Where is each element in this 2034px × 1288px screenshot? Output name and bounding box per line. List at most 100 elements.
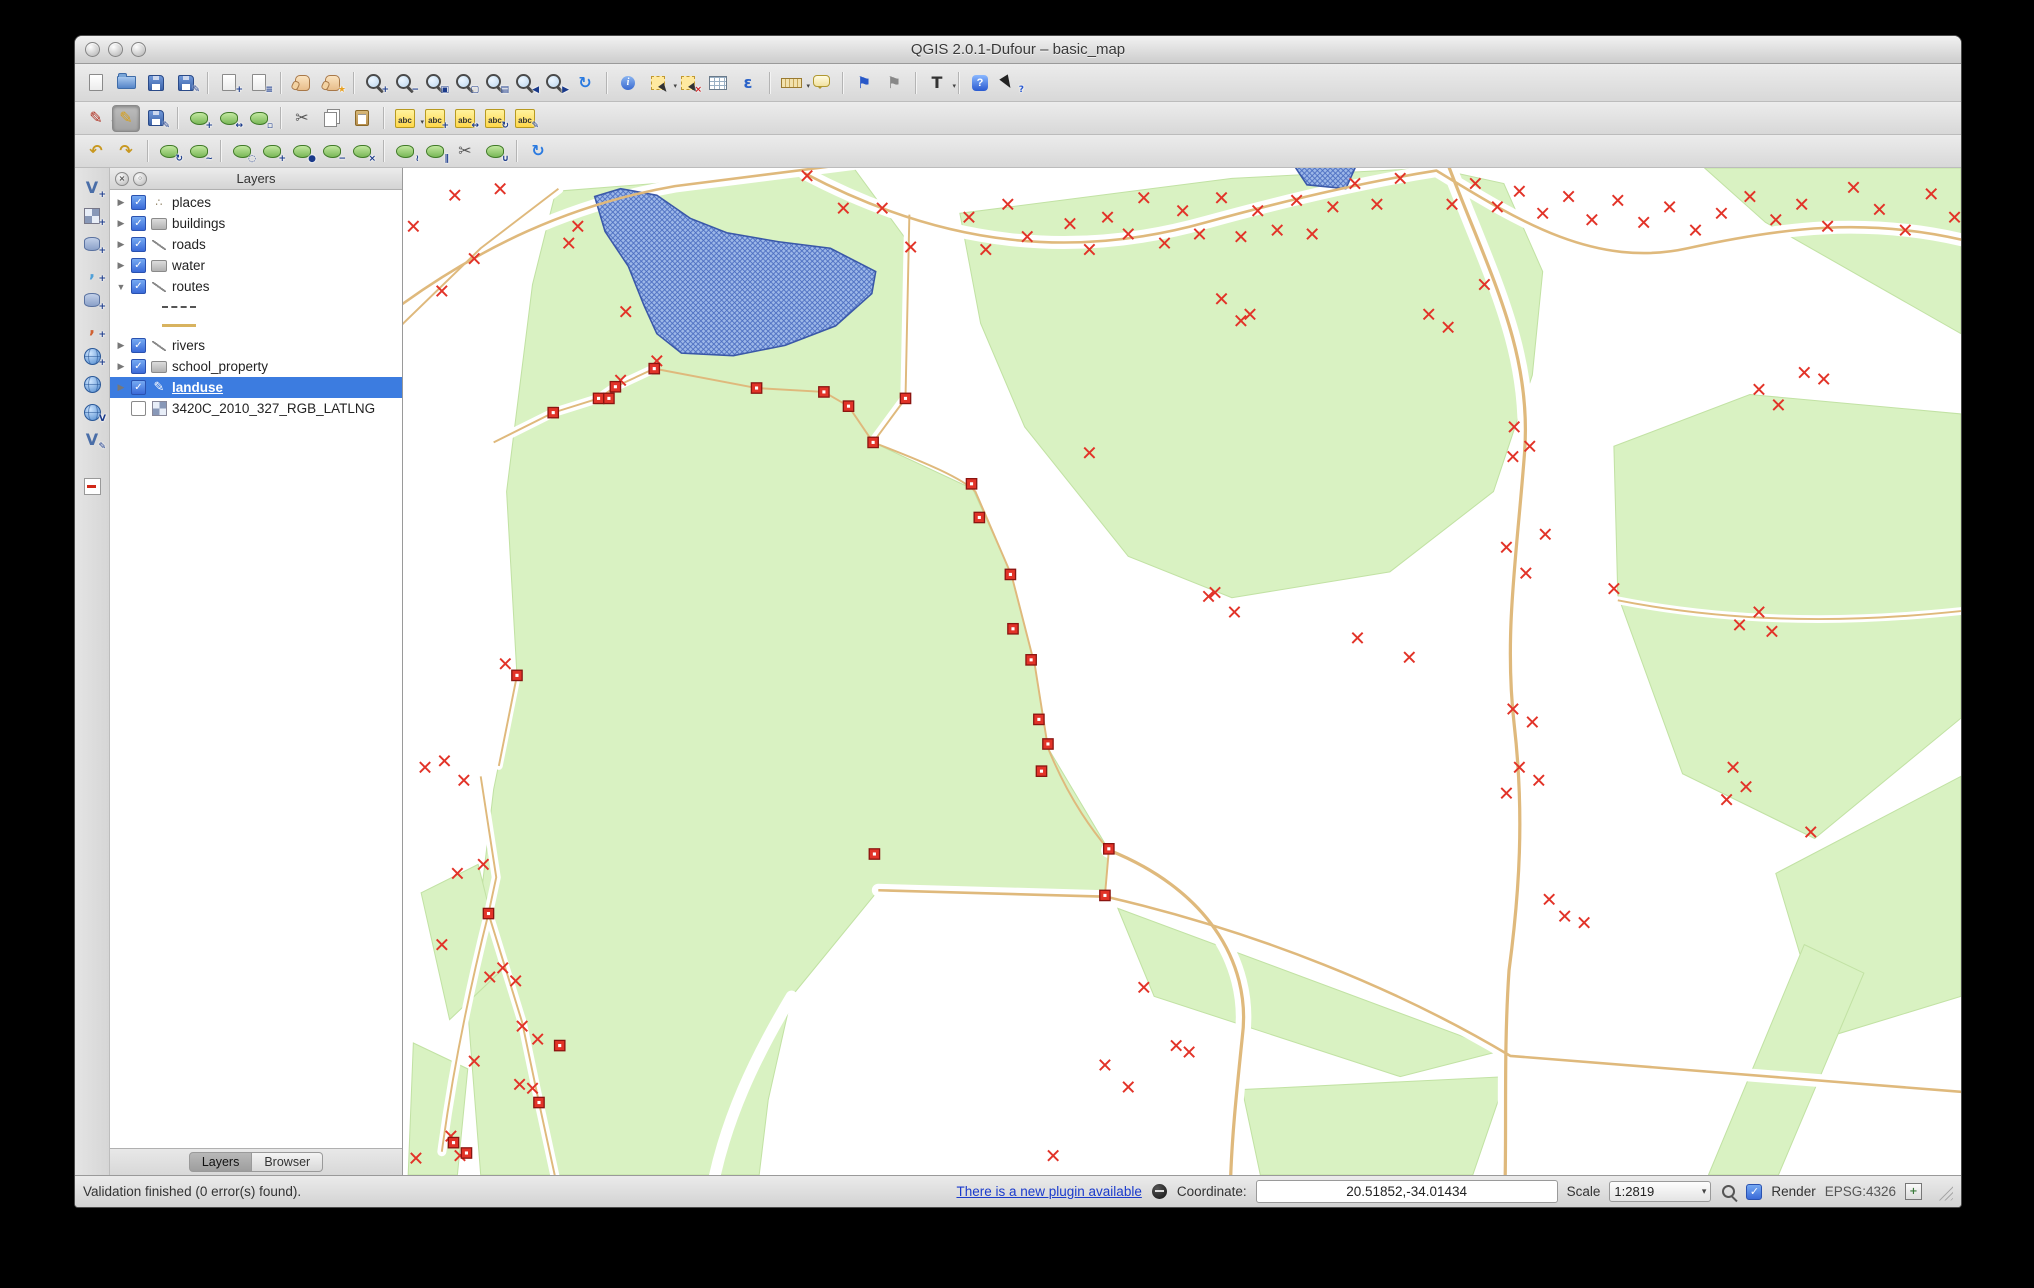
- add-postgis-layer-icon[interactable]: +: [78, 231, 106, 257]
- layer-item-roads[interactable]: ▶ ✓ roads: [110, 234, 402, 255]
- copy-features-icon[interactable]: [318, 105, 346, 132]
- node-tool-icon[interactable]: ▫: [245, 105, 273, 132]
- paste-features-icon[interactable]: [348, 105, 376, 132]
- merge-features-icon[interactable]: ∪: [481, 138, 509, 165]
- save-project-icon[interactable]: [142, 69, 170, 96]
- expand-arrow-icon[interactable]: ▶: [116, 382, 126, 393]
- zoom-last-icon[interactable]: ◀: [511, 69, 539, 96]
- zoom-full-icon[interactable]: ▣: [421, 69, 449, 96]
- layer-checkbox[interactable]: ✓: [131, 279, 146, 294]
- measure-icon[interactable]: ▾: [777, 69, 810, 96]
- current-edits-icon[interactable]: ✎ ▾: [82, 105, 115, 132]
- plugin-link[interactable]: There is a new plugin available: [956, 1184, 1141, 1199]
- composer-manager-icon[interactable]: ≡: [245, 69, 273, 96]
- simplify-feature-icon[interactable]: ~: [185, 138, 213, 165]
- remove-layer-icon[interactable]: [78, 473, 106, 499]
- title-bar[interactable]: QGIS 2.0.1-Dufour – basic_map: [75, 36, 1961, 64]
- layer-checkbox[interactable]: ✓: [131, 216, 146, 231]
- zoom-button[interactable]: [131, 42, 146, 57]
- field-calculator-icon[interactable]: ε: [734, 69, 762, 96]
- identify-features-icon[interactable]: [614, 69, 642, 96]
- layer-item-water[interactable]: ▶ ✓ water: [110, 255, 402, 276]
- expand-arrow-icon[interactable]: ▶: [116, 361, 126, 372]
- collapse-arrow-icon[interactable]: ▼: [116, 282, 126, 292]
- offset-curve-icon[interactable]: ∥: [421, 138, 449, 165]
- rotate-label-icon[interactable]: ↻: [481, 105, 509, 132]
- pan-map-to-selection-icon[interactable]: ★: [318, 69, 346, 96]
- map-canvas[interactable]: [403, 168, 1961, 1175]
- move-feature-icon[interactable]: ↔: [215, 105, 243, 132]
- expand-arrow-icon[interactable]: ▶: [116, 197, 126, 208]
- add-ring-icon[interactable]: ◌: [228, 138, 256, 165]
- layer-item-buildings[interactable]: ▶ ✓ buildings: [110, 213, 402, 234]
- redo-icon[interactable]: ↷: [112, 138, 140, 165]
- open-project-icon[interactable]: [112, 69, 140, 96]
- add-feature-icon[interactable]: +: [185, 105, 213, 132]
- add-oracle-layer-icon[interactable]: , +: [78, 315, 106, 341]
- refresh-map-icon[interactable]: ↻: [571, 69, 599, 96]
- expand-arrow-icon[interactable]: ▶: [116, 260, 126, 271]
- add-wms-layer-icon[interactable]: +: [78, 343, 106, 369]
- rotate-point-symbols-icon[interactable]: ↻: [524, 138, 552, 165]
- label-icon[interactable]: +: [421, 105, 449, 132]
- deselect-features-icon[interactable]: ×: [674, 69, 702, 96]
- zoom-out-icon[interactable]: −: [391, 69, 419, 96]
- coordinate-input[interactable]: [1255, 1180, 1558, 1203]
- add-wcs-layer-icon[interactable]: [78, 371, 106, 397]
- crs-status-icon[interactable]: +: [1905, 1183, 1922, 1200]
- text-annotation-icon[interactable]: T ▾: [923, 69, 956, 96]
- zoom-in-icon[interactable]: +: [361, 69, 389, 96]
- rotate-feature-icon[interactable]: ↻: [155, 138, 183, 165]
- show-bookmarks-icon[interactable]: ⚑: [880, 69, 908, 96]
- add-spatialite-layer-icon[interactable]: , +: [78, 259, 106, 285]
- reshape-features-icon[interactable]: ≀: [391, 138, 419, 165]
- save-layer-edits-icon[interactable]: ✎: [142, 105, 170, 132]
- change-label-icon[interactable]: ✎: [511, 105, 539, 132]
- layer-item-raster[interactable]: 3420C_2010_327_RGB_LATLNG: [110, 398, 402, 419]
- panel-close-icon[interactable]: ×: [115, 171, 129, 186]
- layer-checkbox[interactable]: [131, 401, 146, 416]
- fill-ring-icon[interactable]: ●: [288, 138, 316, 165]
- add-wfs-layer-icon[interactable]: V: [78, 399, 106, 425]
- layer-checkbox[interactable]: ✓: [131, 338, 146, 353]
- undo-icon[interactable]: ↶: [82, 138, 110, 165]
- magnifier-icon[interactable]: [1720, 1183, 1737, 1200]
- layer-checkbox[interactable]: ✓: [131, 237, 146, 252]
- add-part-icon[interactable]: +: [258, 138, 286, 165]
- scale-combo[interactable]: 1:2819 ▾: [1609, 1181, 1712, 1202]
- layer-item-places[interactable]: ▶ ✓ ∴ places: [110, 192, 402, 213]
- new-print-composer-icon[interactable]: +: [215, 69, 243, 96]
- layer-item-school-property[interactable]: ▶ ✓ school_property: [110, 356, 402, 377]
- new-project-icon[interactable]: [82, 69, 110, 96]
- help-contents-icon[interactable]: [966, 69, 994, 96]
- new-bookmark-icon[interactable]: ⚑: [850, 69, 878, 96]
- whats-this-icon[interactable]: ?: [996, 69, 1024, 96]
- cut-features-icon[interactable]: ✂: [288, 105, 316, 132]
- layer-checkbox[interactable]: ✓: [131, 258, 146, 273]
- minimize-button[interactable]: [108, 42, 123, 57]
- zoom-to-selection-icon[interactable]: ▢: [451, 69, 479, 96]
- map-tips-icon[interactable]: [807, 69, 835, 96]
- expand-arrow-icon[interactable]: ▶: [116, 340, 126, 351]
- layer-item-landuse[interactable]: ▶ ✓ ✎ landuse: [110, 377, 402, 398]
- tab-layers[interactable]: Layers: [188, 1152, 253, 1172]
- split-features-icon[interactable]: ✂: [451, 138, 479, 165]
- expand-arrow-icon[interactable]: ▶: [116, 218, 126, 229]
- panel-detach-icon[interactable]: ◦: [133, 171, 147, 186]
- layers-panel-header[interactable]: × ◦ Layers: [110, 168, 402, 190]
- toggle-editing-icon[interactable]: ✎: [112, 104, 140, 132]
- pan-map-icon[interactable]: [288, 69, 316, 96]
- add-vector-layer-icon[interactable]: V +: [78, 175, 106, 201]
- layer-checkbox[interactable]: ✓: [131, 195, 146, 210]
- plugin-manager-icon[interactable]: [1151, 1183, 1168, 1200]
- layer-checkbox[interactable]: ✓: [131, 380, 146, 395]
- render-checkbox[interactable]: ✓: [1746, 1183, 1763, 1200]
- expand-arrow-icon[interactable]: ▶: [116, 239, 126, 250]
- add-mssql-layer-icon[interactable]: +: [78, 287, 106, 313]
- labeling-options-icon[interactable]: ▾: [391, 105, 424, 132]
- zoom-next-icon[interactable]: ▶: [541, 69, 569, 96]
- layer-checkbox[interactable]: ✓: [131, 359, 146, 374]
- open-attribute-table-icon[interactable]: [704, 69, 732, 96]
- delete-part-icon[interactable]: ×: [348, 138, 376, 165]
- layer-item-routes[interactable]: ▼ ✓ routes: [110, 276, 402, 297]
